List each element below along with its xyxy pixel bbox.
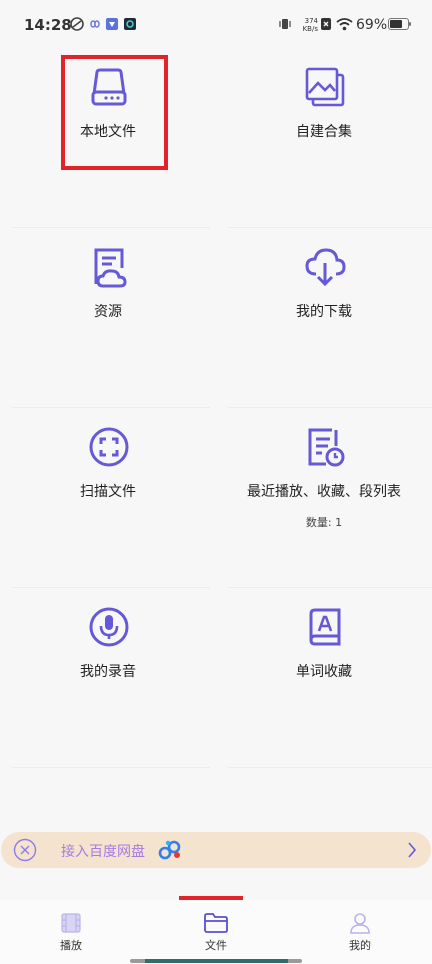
grid-item-label: 资源 — [94, 304, 122, 320]
grid-item-resources[interactable]: 资源 — [0, 230, 216, 408]
microphone-icon — [89, 607, 129, 647]
person-icon — [350, 913, 370, 934]
tab-me[interactable]: 我的 — [320, 912, 400, 953]
app-box-icon — [106, 18, 118, 30]
folder-icon — [204, 913, 228, 933]
net-speed-value: 374 — [304, 17, 318, 25]
highlight-box-local-files — [61, 55, 168, 170]
grid-item-label: 单词收藏 — [296, 664, 352, 680]
app-notification-icon — [70, 17, 84, 31]
grid-item-scan-files[interactable]: 扫描文件 — [0, 410, 216, 588]
baidu-netdisk-banner[interactable]: 接入百度网盘 — [1, 832, 431, 868]
gallery-icon — [305, 67, 345, 107]
grid-item-label: 我的下载 — [296, 304, 352, 320]
grid-item-label: 扫描文件 — [80, 484, 136, 500]
cloud-document-icon — [94, 248, 127, 288]
grid-item-count: 数量: 1 — [305, 516, 343, 529]
wifi-icon — [336, 18, 353, 31]
tab-play[interactable]: 播放 — [31, 912, 111, 953]
film-icon — [61, 913, 81, 933]
grid-item-label: 最近播放、收藏、段列表 — [247, 484, 401, 500]
grid-item-my-downloads[interactable]: 我的下载 — [216, 230, 432, 408]
grid-item-word-favorites[interactable]: 单词收藏 — [216, 590, 432, 768]
tab-label: 我的 — [349, 939, 371, 952]
banner-text: 接入百度网盘 — [61, 844, 145, 860]
tab-files[interactable]: 文件 — [176, 912, 256, 953]
grid-item-label: 自建合集 — [296, 124, 352, 140]
home-indicator-accent — [145, 959, 288, 963]
sim-icon — [321, 18, 331, 30]
cloud-download-icon — [305, 248, 346, 287]
grid-item-custom-collection[interactable]: 自建合集 — [216, 50, 432, 228]
bottom-nav: 播放 文件 我的 — [0, 900, 432, 964]
battery-percent: 69% — [356, 17, 388, 33]
scan-icon — [89, 427, 129, 467]
grid-item-my-recordings[interactable]: 我的录音 — [0, 590, 216, 768]
status-time: 14:28 — [24, 16, 72, 34]
word-book-icon — [309, 608, 341, 646]
net-speed-unit: KB/s — [302, 25, 318, 33]
tab-label: 文件 — [205, 939, 227, 952]
grid-item-label: 我的录音 — [80, 664, 136, 680]
infinity-icon — [90, 20, 100, 28]
chevron-right-icon[interactable] — [407, 841, 417, 859]
grid-item-recent-favorites[interactable]: 最近播放、收藏、段列表 数量: 1 — [216, 410, 432, 588]
vibrate-icon — [279, 19, 291, 29]
battery-icon — [388, 18, 411, 30]
status-bar: 14:28 374 KB/s 69% — [0, 0, 432, 50]
app-square-icon — [124, 18, 136, 30]
tab-label: 播放 — [60, 939, 82, 952]
baidu-netdisk-logo-icon — [158, 840, 181, 860]
close-icon[interactable] — [13, 838, 37, 862]
recent-list-icon — [308, 428, 345, 467]
